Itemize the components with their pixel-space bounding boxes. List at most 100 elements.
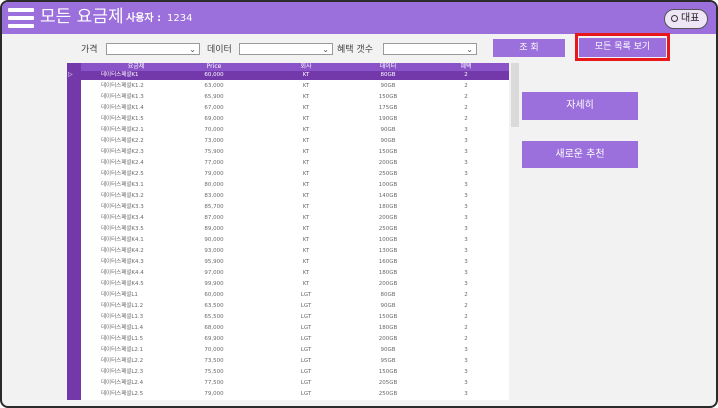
price-cell: 69,900	[204, 336, 224, 342]
table-row[interactable]: 데이터스페셜K2.3 75,900 KT 150GB 3	[81, 148, 509, 157]
table-row[interactable]: 데이터스페셜K1.5 69,000 KT 190GB 2	[81, 115, 509, 124]
benefit-cell: 3	[464, 138, 468, 144]
column-header-benefit[interactable]: 혜택	[451, 63, 481, 71]
benefit-filter-label: 혜택 갯수	[337, 45, 373, 55]
data-cell: 250GB	[378, 391, 398, 397]
table-row[interactable]: 데이터스페셜K2.4 77,000 KT 200GB 3	[81, 159, 509, 168]
price-cell: 80,000	[204, 182, 224, 188]
table-row[interactable]: 데이터스페셜L1.4 68,000 LGT 180GB 2	[81, 324, 509, 333]
company-cell: KT	[302, 259, 310, 265]
price-cell: 87,000	[204, 215, 224, 221]
title-bar: 모든 요금제 사용자 : 1234 대표	[2, 2, 716, 34]
table-row[interactable]: 데이터스페셜K3.3 85,700 KT 180GB 3	[81, 203, 509, 212]
data-cell: 200GB	[378, 336, 398, 342]
hamburger-menu-icon[interactable]	[8, 8, 34, 28]
price-cell: 79,000	[204, 171, 224, 177]
benefit-cell: 2	[464, 303, 468, 309]
benefit-cell: 3	[464, 215, 468, 221]
table-row[interactable]: 데이터스페셜K4.4 97,000 KT 180GB 3	[81, 269, 509, 278]
table-row[interactable]: 데이터스페셜K2.2 73,000 KT 90GB 3	[81, 137, 509, 146]
price-cell: 77,500	[204, 380, 224, 386]
column-header-company[interactable]: 회사	[281, 63, 331, 71]
search-button[interactable]: 조 회	[493, 39, 565, 57]
data-cell: 100GB	[378, 237, 398, 243]
data-filter-select[interactable]: ⌄	[239, 43, 333, 55]
table-row[interactable]: 데이터스페셜K1.3 65,900 KT 150GB 2	[81, 93, 509, 102]
company-cell: KT	[302, 182, 310, 188]
company-cell: LGT	[300, 292, 312, 298]
company-cell: KT	[302, 105, 310, 111]
price-cell: 97,000	[204, 270, 224, 276]
table-row[interactable]: 데이터스페셜L2.2 73,500 LGT 95GB 3	[81, 357, 509, 366]
table-row[interactable]: 데이터스페셜L1 60,000 LGT 80GB 2	[81, 291, 509, 300]
table-row[interactable]: 데이터스페셜K4.3 95,900 KT 160GB 3	[81, 258, 509, 267]
benefit-cell: 2	[464, 325, 468, 331]
company-cell: LGT	[300, 369, 312, 375]
price-cell: 63,500	[204, 303, 224, 309]
table-row[interactable]: 데이터스페셜L2.4 77,500 LGT 205GB 3	[81, 379, 509, 388]
price-filter-select[interactable]: ⌄	[106, 43, 200, 55]
price-filter-label: 가격	[81, 45, 98, 55]
table-row[interactable]: 데이터스페셜K2.1 70,000 KT 90GB 3	[81, 126, 509, 135]
table-row[interactable]: 데이터스페셜K4.5 99,900 KT 200GB 3	[81, 280, 509, 289]
plan-cell: 데이터스페셜K4.2	[101, 248, 144, 254]
plan-cell: 데이터스페셜L1.2	[101, 303, 144, 309]
table-scrollbar[interactable]	[511, 63, 519, 127]
benefit-cell: 3	[464, 248, 468, 254]
table-row[interactable]: 데이터스페셜K4.1 90,000 KT 100GB 3	[81, 236, 509, 245]
table-row[interactable]: 데이터스페셜K3.1 80,000 KT 100GB 3	[81, 181, 509, 190]
table-row[interactable]: 데이터스페셜K3.4 87,000 KT 200GB 3	[81, 214, 509, 223]
table-row[interactable]: 데이터스페셜L2.3 75,500 LGT 150GB 3	[81, 368, 509, 377]
company-cell: LGT	[300, 336, 312, 342]
show-all-button[interactable]: 모든 목록 보기	[579, 38, 666, 57]
table-row[interactable]: 데이터스페셜L1.5 69,900 LGT 200GB 2	[81, 335, 509, 344]
benefit-cell: 3	[464, 171, 468, 177]
data-cell: 200GB	[378, 215, 398, 221]
table-row[interactable]: 데이터스페셜L2.1 70,000 LGT 90GB 3	[81, 346, 509, 355]
data-cell: 180GB	[378, 325, 398, 331]
table-row[interactable]: 데이터스페셜K3.5 89,000 KT 250GB 3	[81, 225, 509, 234]
column-header-plan[interactable]: 요금제	[101, 63, 171, 71]
table-row[interactable]: 데이터스페셜K1.2 63,000 KT 90GB 2	[81, 82, 509, 91]
price-cell: 79,000	[204, 391, 224, 397]
chevron-down-icon: ⌄	[466, 45, 473, 54]
table-row[interactable]: 데이터스페셜L1.3 65,500 LGT 150GB 2	[81, 313, 509, 322]
benefit-cell: 3	[464, 149, 468, 155]
benefit-cell: 3	[464, 193, 468, 199]
benefit-cell: 3	[464, 259, 468, 265]
table-row[interactable]: 데이터스페셜K1.4 67,000 KT 175GB 2	[81, 104, 509, 113]
plan-cell: 데이터스페셜L2.3	[101, 369, 144, 375]
company-cell: KT	[302, 171, 310, 177]
plan-cell: 데이터스페셜L1.3	[101, 314, 144, 320]
price-cell: 65,900	[204, 94, 224, 100]
table-row[interactable]: 데이터스페셜K4.2 93,000 KT 130GB 3	[81, 247, 509, 256]
company-cell: KT	[302, 138, 310, 144]
price-cell: 63,000	[204, 83, 224, 89]
selected-row-arrow-icon: ▷	[68, 71, 73, 78]
column-header-data[interactable]: 데이터	[363, 63, 413, 71]
profile-button[interactable]: 대표	[664, 9, 708, 29]
price-cell: 93,000	[204, 248, 224, 254]
data-cell: 140GB	[378, 193, 398, 199]
column-header-price[interactable]: Price	[189, 63, 239, 71]
plans-table[interactable]: 요금제 Price 회사 데이터 혜택 ▷ 데이터스페셜K1 60,000 KT 80…	[67, 63, 509, 400]
table-row[interactable]: 데이터스페셜K3.2 83,000 KT 140GB 3	[81, 192, 509, 201]
data-cell: 150GB	[378, 369, 398, 375]
benefit-cell: 3	[464, 270, 468, 276]
plan-cell: 데이터스페셜K3.5	[101, 226, 144, 232]
table-row[interactable]: 데이터스페셜K1 60,000 KT 80GB 2	[81, 71, 509, 80]
benefit-filter-select[interactable]: ⌄	[383, 43, 477, 55]
company-cell: LGT	[300, 358, 312, 364]
company-cell: LGT	[300, 325, 312, 331]
table-row[interactable]: 데이터스페셜K2.5 79,000 KT 250GB 3	[81, 170, 509, 179]
company-cell: LGT	[300, 380, 312, 386]
price-cell: 75,500	[204, 369, 224, 375]
table-row[interactable]: 데이터스페셜L2.5 79,000 LGT 250GB 3	[81, 390, 509, 399]
new-recommend-button[interactable]: 새로운 추천	[522, 141, 638, 168]
details-button[interactable]: 자세히	[522, 92, 638, 120]
data-filter-label: 데이터	[207, 45, 232, 55]
company-cell: KT	[302, 149, 310, 155]
benefit-cell: 3	[464, 369, 468, 375]
company-cell: KT	[302, 160, 310, 166]
table-row[interactable]: 데이터스페셜L1.2 63,500 LGT 90GB 2	[81, 302, 509, 311]
